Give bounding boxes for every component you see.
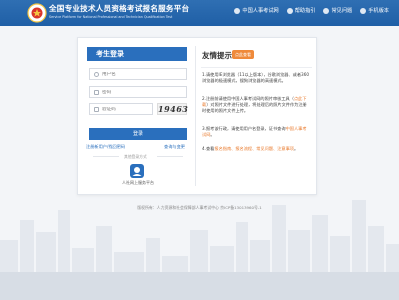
tip-text: 2.注册前请使用中国人事考试网的照片审核工具（ — [202, 96, 294, 101]
tip-item: 3.报考该行政，请使用用户名登录，证书查询中国人事考试网。 — [202, 126, 310, 138]
login-button[interactable]: 登录 — [89, 128, 187, 140]
register-link[interactable]: 注册新用户/找回密码 — [86, 144, 125, 150]
tip-text: 。 — [210, 132, 215, 138]
tip-text: ）对照片文件进行处理，将处理后的照片文件作为注册时使用的照片文件上传。 — [202, 102, 307, 114]
lock-icon — [94, 89, 99, 95]
logo-emblem-icon — [27, 3, 47, 23]
tips-underline — [201, 67, 312, 68]
login-header: 考生登录 — [87, 47, 187, 61]
footer-copyright: 版权所有：人力资源和社会保障部人事考试中心 京ICP备13013960号-1 — [137, 205, 262, 210]
face-login-label[interactable]: 人社网上服务平台 — [122, 180, 154, 186]
password-input[interactable] — [102, 89, 162, 95]
top-link-label: 手机版本 — [368, 8, 389, 14]
home-icon — [234, 7, 241, 14]
username-field[interactable] — [89, 68, 187, 80]
other-login-label: 其他登录方式 — [124, 154, 147, 159]
face-recognition-icon[interactable] — [127, 163, 147, 179]
top-link-label: 常见问题 — [331, 8, 353, 14]
phone-icon — [360, 7, 367, 14]
top-link-mobile[interactable]: 手机版本 — [360, 7, 389, 14]
tip-link-guides[interactable]: 报名指南、报名流程、常见问题、注意事项 — [214, 146, 294, 151]
tip-text: 3.报考该行政，请使用用户名登录，证书查询 — [202, 126, 286, 131]
site-subtitle: Service Platform for National Profession… — [49, 14, 173, 19]
question-icon — [323, 7, 330, 14]
top-links: 中国人事考试网 帮助指引 常见问题 手机版本 — [234, 7, 389, 14]
top-link-faq[interactable]: 常见问题 — [323, 7, 352, 14]
tip-item: 2.注册前请使用中国人事考试网的照片审核工具（点此下载）对照片文件进行处理，将处… — [202, 96, 310, 115]
tip-item: 1.请使用IE浏览器（11以上版本），谷歌浏览器、或者360浏览器的极速模式，搜… — [202, 72, 310, 84]
captcha-image[interactable]: 19463 — [157, 103, 188, 115]
tips-badge[interactable]: 点此查看 — [232, 50, 254, 59]
site-title: 全国专业技术人员资格考试报名服务平台 — [49, 4, 190, 13]
top-link-label: 中国人事考试网 — [242, 8, 279, 14]
user-icon — [94, 71, 99, 77]
username-input[interactable] — [102, 71, 162, 77]
captcha-field[interactable] — [89, 103, 153, 115]
top-link-label: 帮助指引 — [294, 8, 316, 14]
captcha-input[interactable] — [102, 106, 142, 112]
separator-line-left — [93, 156, 119, 157]
top-bar: 全国专业技术人员资格考试报名服务平台 Service Platform for … — [0, 0, 399, 26]
separator-line-right — [157, 156, 183, 157]
query-change-link[interactable]: 查询与变更 — [164, 144, 185, 150]
help-icon — [286, 7, 293, 14]
tips-title: 友情提示 — [202, 51, 232, 60]
top-link-help[interactable]: 帮助指引 — [286, 7, 316, 14]
card-divider — [195, 46, 196, 186]
tip-text: 4.查看 — [202, 146, 215, 151]
top-link-cpta[interactable]: 中国人事考试网 — [234, 7, 279, 14]
password-field[interactable] — [89, 86, 187, 98]
shield-icon — [94, 106, 99, 112]
tip-text: 。 — [293, 146, 299, 151]
tip-text: 1.请使用IE浏览器（11以上版本），谷歌浏览器、或者360浏览器的极速模式，搜… — [202, 72, 310, 84]
login-card: 考生登录 19463 登录 注册新用户/找回密码 查询与变更 其他登录方式 人社… — [77, 37, 317, 195]
tip-item: 4.查看报名指南、报名流程、常见问题、注意事项。 — [202, 146, 310, 152]
